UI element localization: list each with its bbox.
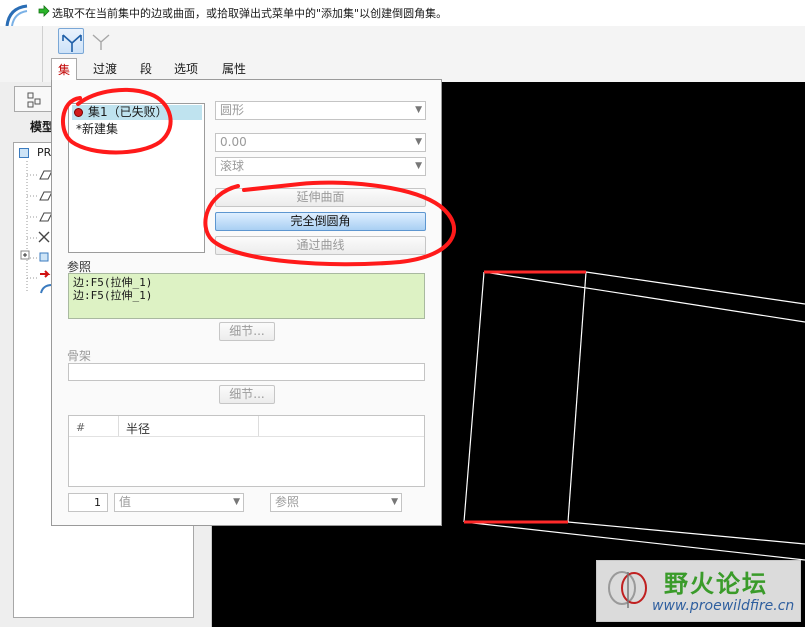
- radius-table-col-number: #: [76, 421, 86, 434]
- new-set-item[interactable]: *新建集: [72, 120, 118, 137]
- round-icon: [62, 34, 82, 52]
- tab-properties[interactable]: 属性: [216, 58, 252, 80]
- extend-surfaces-button[interactable]: 延伸曲面: [215, 188, 426, 207]
- row-number-field[interactable]: 1: [68, 493, 108, 512]
- watermark-url: www.proewildfire.cn: [652, 598, 795, 614]
- through-curve-button[interactable]: 通过曲线: [215, 236, 426, 255]
- tab-transitions[interactable]: 过渡: [88, 58, 122, 80]
- message-text: 选取不在当前集中的边或曲面，或拾取弹出式菜单中的"添加集"以创建倒圆角集。: [52, 7, 448, 20]
- table-divider: [69, 436, 424, 437]
- value-type-label: 值: [119, 495, 132, 509]
- set-item-1[interactable]: 集1（已失败）: [72, 105, 202, 120]
- tab-options[interactable]: 选项: [168, 58, 204, 80]
- creation-method-select[interactable]: 滚球 ▼: [215, 157, 426, 176]
- references-collector[interactable]: 边:F5(拉伸_1) 边:F5(拉伸_1): [68, 273, 425, 319]
- transition-icon: [92, 34, 110, 50]
- tab-segments[interactable]: 段: [134, 58, 158, 80]
- method-value: 滚球: [220, 159, 245, 173]
- chevron-down-icon: ▼: [415, 161, 422, 171]
- model-edge: [567, 271, 587, 523]
- shape-value: 圆形: [220, 103, 245, 117]
- failed-status-icon: [74, 108, 83, 117]
- model-edge: [463, 271, 485, 523]
- part-icon: [19, 148, 29, 158]
- model-tree-tab[interactable]: [14, 86, 54, 112]
- toolbar-divider: [42, 26, 43, 82]
- model-tree-root[interactable]: PR: [37, 146, 51, 159]
- transition-mode-button[interactable]: [90, 30, 112, 52]
- chevron-down-icon: ▼: [415, 137, 422, 147]
- round-set-mode-button[interactable]: [58, 28, 84, 54]
- chevron-down-icon: ▼: [391, 497, 398, 507]
- spine-collector[interactable]: [68, 363, 425, 381]
- table-divider: [258, 416, 259, 436]
- tab-sets[interactable]: 集: [51, 58, 77, 80]
- radius-table-col-radius: 半径: [126, 422, 151, 436]
- spine-details-button[interactable]: 细节...: [219, 385, 275, 404]
- model-edge: [585, 271, 805, 305]
- reference-type-label: 参照: [275, 495, 300, 509]
- model-edge: [567, 521, 805, 545]
- radius-value: 0.00: [220, 135, 247, 149]
- reference-type-select[interactable]: 参照 ▼: [270, 493, 402, 512]
- full-round-button[interactable]: 完全倒圆角: [215, 212, 426, 231]
- message-arrow-icon: [38, 5, 50, 17]
- chevron-down-icon: ▼: [415, 105, 422, 115]
- radius-value-input[interactable]: 0.00 ▼: [215, 133, 426, 152]
- references-details-button[interactable]: 细节...: [219, 322, 275, 341]
- reference-item[interactable]: 边:F5(拉伸_1): [73, 276, 420, 289]
- tree-icon: [27, 92, 41, 108]
- cross-section-shape-select[interactable]: 圆形 ▼: [215, 101, 426, 120]
- butterfly-logo-icon: [608, 571, 647, 608]
- watermark-name: 野火论坛: [664, 570, 768, 598]
- reference-item[interactable]: 边:F5(拉伸_1): [73, 289, 420, 302]
- value-type-select[interactable]: 值 ▼: [114, 493, 244, 512]
- chevron-down-icon: ▼: [233, 497, 240, 507]
- radius-table[interactable]: [68, 415, 425, 487]
- spine-label: 骨架: [67, 349, 92, 363]
- table-divider: [118, 416, 119, 436]
